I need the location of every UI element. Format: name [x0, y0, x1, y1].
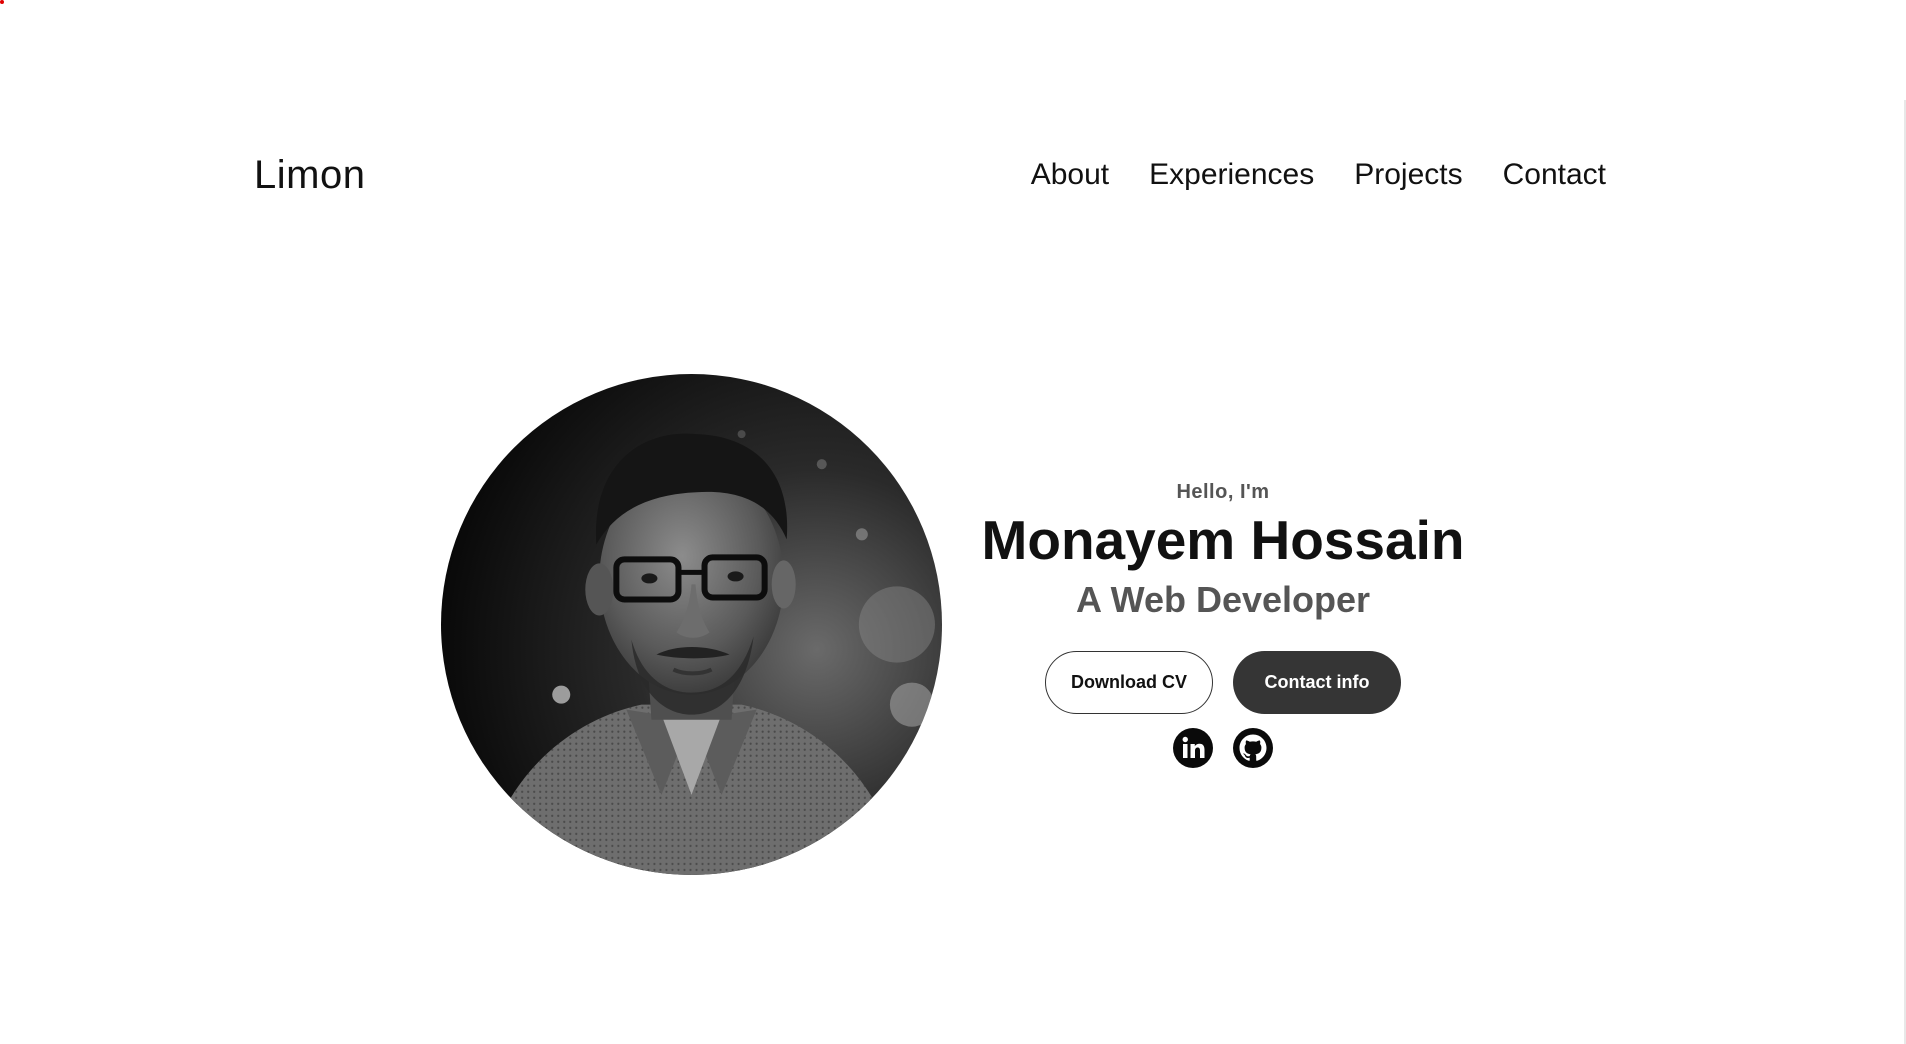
greeting-text: Hello, I'm	[1176, 481, 1270, 504]
profile-photo-illustration	[441, 374, 942, 875]
hero-text: Hello, I'm Monayem Hossain A Web Develop…	[978, 481, 1468, 768]
social-links	[1173, 727, 1273, 768]
top-nav: Limon About Experiences Projects Contact	[254, 150, 1606, 200]
site-logo[interactable]: Limon	[254, 153, 365, 198]
nav-link-experiences[interactable]: Experiences	[1149, 158, 1314, 191]
button-row: Download CV Contact info	[1045, 650, 1401, 714]
corner-marker	[0, 0, 4, 4]
nav-links: About Experiences Projects Contact	[1031, 158, 1606, 192]
page: Limon About Experiences Projects Contact	[0, 0, 1906, 1044]
linkedin-icon[interactable]	[1173, 727, 1213, 768]
hero-section: Hello, I'm Monayem Hossain A Web Develop…	[441, 374, 1468, 875]
name-heading: Monayem Hossain	[981, 509, 1465, 572]
github-icon[interactable]	[1233, 727, 1273, 768]
nav-link-about[interactable]: About	[1031, 158, 1109, 191]
nav-link-contact[interactable]: Contact	[1503, 158, 1606, 191]
profile-photo	[441, 374, 942, 875]
role-subtitle: A Web Developer	[1075, 578, 1371, 620]
download-cv-button[interactable]: Download CV	[1045, 650, 1213, 714]
contact-info-button[interactable]: Contact info	[1233, 650, 1401, 714]
nav-link-projects[interactable]: Projects	[1354, 158, 1462, 191]
